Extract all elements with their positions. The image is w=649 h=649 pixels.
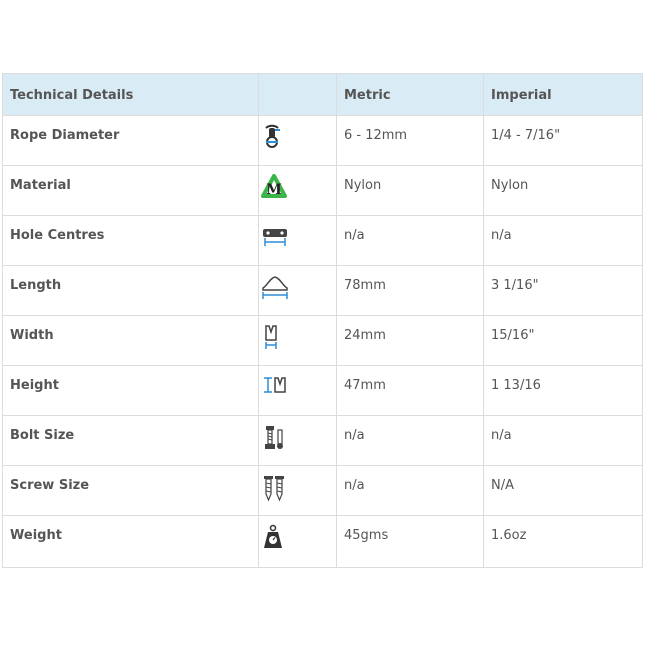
hole-centres-icon: [258, 215, 337, 266]
row-imperial: n/a: [483, 415, 643, 466]
row-label: Height: [2, 365, 259, 416]
row-metric: 78mm: [336, 265, 484, 316]
row-metric: n/a: [336, 215, 484, 266]
nylon-recycle-icon: M: [258, 165, 337, 216]
row-metric: 6 - 12mm: [336, 115, 484, 166]
row-imperial: 1 13/16: [483, 365, 643, 416]
rope-diameter-icon: [258, 115, 337, 166]
row-metric: n/a: [336, 465, 484, 516]
row-label: Width: [2, 315, 259, 366]
table-header-row: Technical Details Metric Imperial: [2, 73, 643, 116]
table-row: Screw Size n/a N/A: [2, 465, 643, 516]
row-metric: 45gms: [336, 515, 484, 568]
svg-text:M: M: [266, 182, 282, 198]
row-label: Screw Size: [2, 465, 259, 516]
table-row: Bolt Size n/a n/a: [2, 415, 643, 466]
header-icon: [258, 73, 337, 116]
header-imperial: Imperial: [483, 73, 643, 116]
row-imperial: 3 1/16": [483, 265, 643, 316]
row-imperial: 1/4 - 7/16": [483, 115, 643, 166]
row-metric: 47mm: [336, 365, 484, 416]
bolt-icon: [258, 415, 337, 466]
row-imperial: n/a: [483, 215, 643, 266]
length-icon: [258, 265, 337, 316]
weight-icon: [258, 515, 337, 568]
row-metric: Nylon: [336, 165, 484, 216]
row-label: Material: [2, 165, 259, 216]
row-label: Rope Diameter: [2, 115, 259, 166]
header-technical-details: Technical Details: [2, 73, 259, 116]
row-label: Bolt Size: [2, 415, 259, 466]
header-metric: Metric: [336, 73, 484, 116]
table-row: Length 78mm 3 1/16": [2, 265, 643, 316]
row-label: Hole Centres: [2, 215, 259, 266]
table-row: Rope Diameter 6 - 12mm 1/4 - 7/16": [2, 115, 643, 166]
technical-details-table: Technical Details Metric Imperial Rope D…: [2, 73, 643, 568]
table-row: Weight 45gms 1.6oz: [2, 515, 643, 568]
row-imperial: Nylon: [483, 165, 643, 216]
height-icon: [258, 365, 337, 416]
row-imperial: 1.6oz: [483, 515, 643, 568]
table-row: Hole Centres n/a n/a: [2, 215, 643, 266]
screw-icon: [258, 465, 337, 516]
table-row: Material M Nylon Nylon: [2, 165, 643, 216]
row-label: Weight: [2, 515, 259, 568]
table-row: Width 24mm 15/16": [2, 315, 643, 366]
width-icon: [258, 315, 337, 366]
table-row: Height 47mm 1 13/16: [2, 365, 643, 416]
row-metric: 24mm: [336, 315, 484, 366]
row-imperial: N/A: [483, 465, 643, 516]
row-imperial: 15/16": [483, 315, 643, 366]
row-label: Length: [2, 265, 259, 316]
row-metric: n/a: [336, 415, 484, 466]
